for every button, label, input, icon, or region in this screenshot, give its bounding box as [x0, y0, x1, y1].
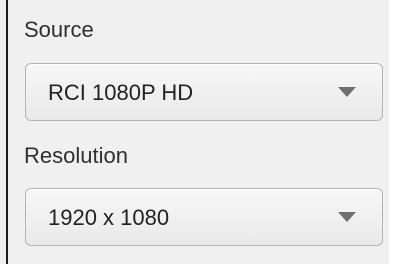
panel-left-border [6, 0, 8, 264]
source-dropdown[interactable]: RCI 1080P HD [25, 63, 383, 121]
right-edge-strip [389, 0, 398, 264]
source-resolution-panel: Source RCI 1080P HD Resolution 1920 x 10… [0, 0, 398, 264]
source-selected-value: RCI 1080P HD [48, 80, 194, 105]
chevron-down-icon [338, 87, 356, 97]
chevron-down-icon [338, 212, 356, 222]
resolution-dropdown[interactable]: 1920 x 1080 [25, 188, 383, 246]
source-label: Source [24, 17, 94, 42]
resolution-label: Resolution [24, 143, 128, 168]
resolution-selected-value: 1920 x 1080 [48, 205, 170, 230]
